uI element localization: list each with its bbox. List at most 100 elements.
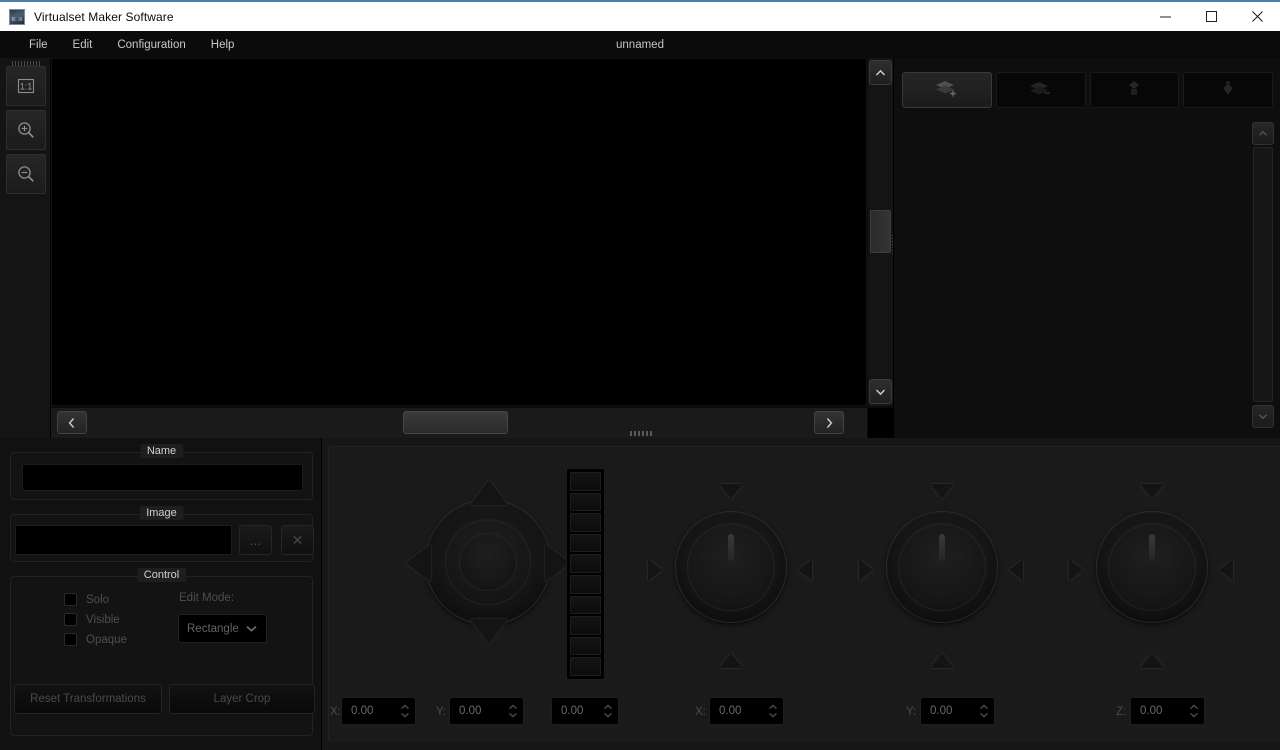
close-button[interactable]	[1234, 2, 1280, 31]
layer-list-scrollbar[interactable]	[1252, 122, 1274, 428]
scale-segment[interactable]	[570, 513, 601, 532]
panel-splitter-handle[interactable]	[630, 431, 652, 436]
rotation-x-increase-bottom-arrow[interactable]	[719, 653, 743, 668]
scale-segment[interactable]	[570, 574, 601, 594]
left-toolbar: 1:1	[0, 58, 51, 438]
move-layer-down-button[interactable]	[1183, 72, 1273, 108]
layer-scroll-up-button[interactable]	[1252, 122, 1274, 145]
scale-segment[interactable]	[570, 616, 601, 635]
rotation-x-decrease-top-arrow[interactable]	[719, 484, 743, 499]
rotation-z-increase-bottom-arrow[interactable]	[1140, 653, 1164, 668]
rotation-z-left-arrow[interactable]	[1069, 559, 1083, 581]
rotation-z-decrease-top-arrow[interactable]	[1140, 484, 1164, 499]
name-group: Name	[10, 444, 313, 500]
window-title: Virtualset Maker Software	[34, 9, 174, 24]
rotation-y-stepper[interactable]	[974, 698, 994, 724]
rotation-z-knob[interactable]	[1069, 480, 1233, 676]
layer-down-icon	[1218, 78, 1238, 103]
rotation-x-knob[interactable]	[648, 480, 812, 676]
scale-segment[interactable]	[570, 533, 601, 553]
rotation-z-right-arrow[interactable]	[1219, 559, 1233, 581]
edit-mode-select[interactable]: Rectangle	[178, 614, 267, 643]
rotation-z-knob-pointer	[1149, 534, 1155, 561]
rotation-x-value: 0.00	[719, 705, 742, 717]
layer-crop-button[interactable]: Layer Crop	[169, 684, 315, 714]
image-browse-button[interactable]: ...	[239, 525, 272, 555]
menu-item-help[interactable]: Help	[200, 35, 246, 55]
rotation-x-spinbox[interactable]: 0.00	[709, 697, 784, 725]
visible-checkbox[interactable]	[64, 613, 77, 626]
scroll-right-button[interactable]	[814, 411, 844, 434]
menu-item-file[interactable]: File	[18, 35, 59, 55]
scale-segment[interactable]	[570, 472, 601, 491]
rotation-y-right-arrow[interactable]	[1009, 559, 1023, 581]
pan-down-arrow[interactable]	[470, 619, 508, 644]
joystick-handle[interactable]	[460, 534, 516, 590]
pan-up-arrow[interactable]	[470, 480, 508, 505]
scroll-up-button[interactable]	[869, 60, 892, 85]
rotation-z-label: Z:	[1116, 706, 1127, 718]
scale-segment[interactable]	[570, 657, 601, 676]
menu-item-configuration[interactable]: Configuration	[106, 35, 196, 55]
rotation-y-spinbox[interactable]: 0.00	[920, 697, 995, 725]
scale-segment[interactable]	[570, 595, 601, 615]
image-path-input[interactable]	[15, 525, 232, 555]
scroll-thumb-horizontal[interactable]	[403, 411, 508, 434]
reset-transformations-button[interactable]: Reset Transformations	[14, 684, 162, 714]
rotation-y-decrease-top-arrow[interactable]	[930, 484, 954, 499]
rotation-z-spinbox[interactable]: 0.00	[1130, 697, 1205, 725]
properties-panel: Name Image ... ✕ Control Solo Visible Op…	[0, 438, 322, 750]
layer-scroll-track[interactable]	[1253, 147, 1273, 402]
menu-item-edit[interactable]: Edit	[62, 35, 104, 55]
canvas-horizontal-scrollbar[interactable]	[51, 408, 867, 438]
visible-checkbox-row[interactable]: Visible	[64, 613, 120, 626]
rotation-y-knob[interactable]	[859, 480, 1023, 676]
layer-name-input[interactable]	[22, 464, 303, 491]
rotation-x-stepper[interactable]	[763, 698, 783, 724]
scale-slider[interactable]	[566, 468, 605, 680]
rotation-y-left-arrow[interactable]	[859, 559, 873, 581]
scroll-thumb-vertical[interactable]	[870, 210, 891, 253]
rotation-y-increase-bottom-arrow[interactable]	[930, 653, 954, 668]
transform-panel: X: 0.00 Y: 0.00 0.00 X: 0.00 Y: 0.00 Z: …	[322, 438, 1280, 750]
scale-segment[interactable]	[570, 492, 601, 512]
opaque-checkbox-row[interactable]: Opaque	[64, 633, 127, 646]
zoom-actual-size-button[interactable]: 1:1	[6, 66, 46, 106]
remove-layer-button[interactable]	[995, 72, 1086, 108]
maximize-button[interactable]	[1188, 2, 1234, 31]
pan-left-arrow[interactable]	[406, 544, 431, 582]
opaque-checkbox[interactable]	[64, 633, 77, 646]
zoom-in-button[interactable]	[6, 110, 46, 150]
position-x-stepper[interactable]	[395, 698, 415, 724]
position-y-spinbox[interactable]: 0.00	[449, 697, 524, 725]
scale-segment[interactable]	[570, 636, 601, 656]
add-layer-button[interactable]	[902, 72, 992, 108]
name-group-title: Name	[139, 444, 184, 458]
position-y-stepper[interactable]	[503, 698, 523, 724]
image-clear-button[interactable]: ✕	[281, 525, 314, 555]
scale-spinbox[interactable]: 0.00	[551, 697, 619, 725]
minimize-button[interactable]	[1142, 2, 1188, 31]
zoom-in-icon	[16, 120, 36, 140]
scale-segment[interactable]	[570, 554, 601, 573]
position-joystick[interactable]	[406, 480, 570, 644]
rotation-z-stepper[interactable]	[1184, 698, 1204, 724]
scroll-down-button[interactable]	[869, 379, 892, 404]
scale-stepper[interactable]	[598, 698, 618, 724]
scroll-left-button[interactable]	[57, 411, 87, 434]
move-layer-up-button[interactable]	[1089, 72, 1180, 108]
canvas-viewport[interactable]	[51, 58, 867, 406]
zoom-out-button[interactable]	[6, 154, 46, 194]
position-x-label: X:	[330, 706, 341, 718]
scale-value: 0.00	[561, 705, 584, 717]
layer-scroll-down-button[interactable]	[1252, 405, 1274, 428]
rotation-x-knob-pointer	[728, 534, 734, 561]
image-group-title: Image	[139, 506, 184, 520]
layer-list[interactable]	[899, 120, 900, 121]
rotation-x-right-arrow[interactable]	[798, 559, 812, 581]
solo-checkbox-row[interactable]: Solo	[64, 593, 109, 606]
solo-checkbox[interactable]	[64, 593, 77, 606]
canvas-vertical-scrollbar[interactable]	[868, 58, 893, 406]
position-x-spinbox[interactable]: 0.00	[341, 697, 416, 725]
rotation-x-left-arrow[interactable]	[648, 559, 662, 581]
